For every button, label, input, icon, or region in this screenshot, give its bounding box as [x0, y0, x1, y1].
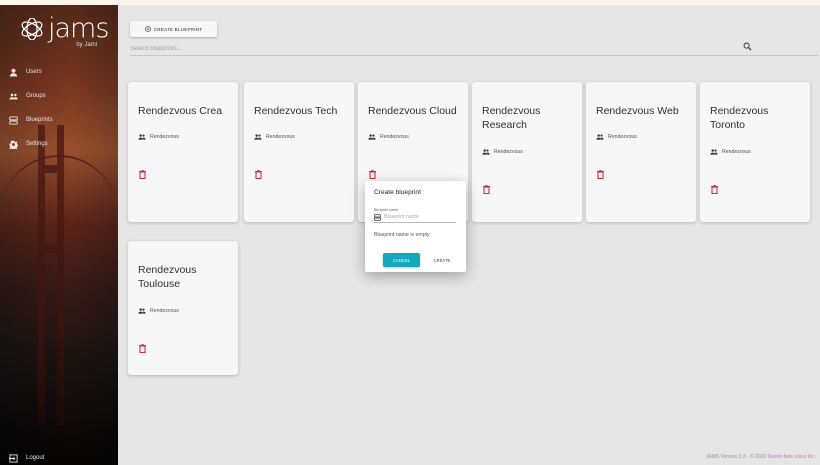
validation-error: Blueprint name is empty [374, 232, 430, 238]
sidebar-item-users[interactable]: Users [0, 63, 118, 81]
logout-button[interactable]: Logout [0, 449, 118, 465]
logo-text: jams [48, 13, 109, 44]
sidebar-item-label: Users [26, 69, 42, 75]
person-icon [0, 68, 26, 77]
blueprint-name-field [374, 212, 456, 223]
create-blueprint-dialog: Create blueprint Blueprint name Blueprin… [365, 181, 466, 272]
blueprint-icon [0, 115, 26, 125]
main-content: CREATE BLUEPRINT Rendezvous Crea Rendezv… [118, 5, 820, 465]
blueprint-icon [374, 213, 381, 221]
jami-logo-icon [21, 18, 43, 40]
cancel-button[interactable]: CANCEL [383, 253, 420, 267]
blueprint-name-input[interactable] [384, 214, 454, 220]
create-button[interactable]: CREATE [427, 253, 457, 267]
sidebar: jams by Jami Users Groups Blueprints Set… [0, 5, 118, 465]
app-window: jams by Jami Users Groups Blueprints Set… [0, 5, 820, 465]
dialog-title: Create blueprint [374, 189, 421, 196]
modal-backdrop[interactable] [118, 5, 820, 465]
version-text: JAMS Version 3.3 - © 2022 [705, 454, 767, 460]
company-link[interactable]: Savoir-faire Linux Inc. [768, 454, 816, 460]
sidebar-item-blueprints[interactable]: Blueprints [0, 111, 118, 129]
groups-icon [0, 92, 26, 101]
sidebar-item-groups[interactable]: Groups [0, 87, 118, 105]
sidebar-item-settings[interactable]: Settings [0, 135, 118, 153]
logo-subtext: by Jami [76, 42, 97, 48]
jams-logo: jams by Jami [14, 12, 109, 52]
logout-label: Logout [26, 455, 45, 461]
sidebar-item-label: Blueprints [26, 117, 53, 123]
sidebar-item-label: Groups [26, 93, 46, 99]
logout-icon [0, 453, 26, 463]
gear-icon [0, 139, 26, 149]
version-footer: JAMS Version 3.3 - © 2022 Savoir-faire L… [706, 454, 816, 460]
sidebar-item-label: Settings [26, 141, 48, 147]
